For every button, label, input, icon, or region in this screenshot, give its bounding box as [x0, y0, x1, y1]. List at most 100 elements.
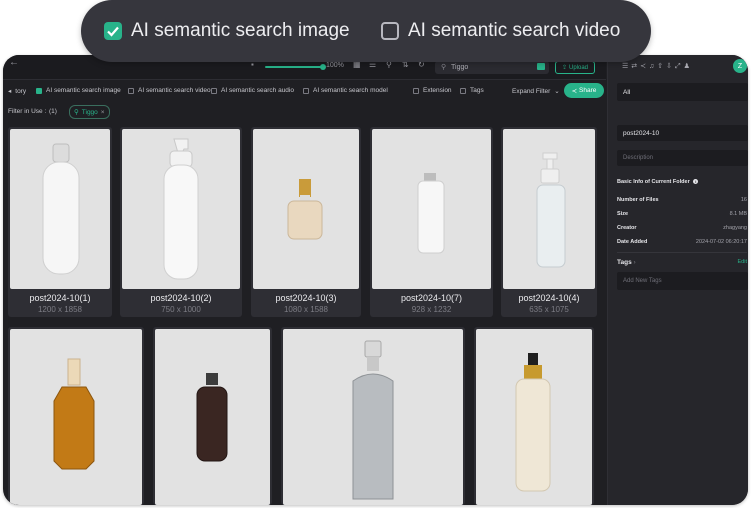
file-dimensions: 635 x 1075 [529, 305, 569, 314]
thumbnail[interactable] [476, 329, 592, 505]
history-label: tory [15, 87, 27, 95]
file-name: post2024-10(3) [275, 293, 337, 303]
user-icon[interactable]: ♟ [684, 63, 693, 70]
file-card[interactable]: post2024-10(2) 750 x 1000 [120, 127, 242, 317]
info-value: 2024-07-02 06:20:17 [695, 239, 747, 245]
checkbox-unchecked-icon[interactable] [381, 22, 399, 40]
share-button[interactable]: ≺ Share [564, 83, 604, 98]
amber-bottle-image [53, 358, 95, 470]
share-icon[interactable]: ≺ [640, 63, 649, 70]
upload-button[interactable]: ⇪ Upload [555, 61, 595, 74]
description-field[interactable]: Description [617, 150, 748, 166]
filter-tags[interactable]: Tags [460, 87, 484, 94]
filter-chip-tiggo[interactable]: ⚲ Tiggo × [69, 105, 110, 119]
list-icon[interactable]: ☰ [622, 63, 631, 70]
filter-ai-video[interactable]: AI semantic search video [128, 87, 211, 94]
file-name: post2024-10(1) [29, 293, 91, 303]
chevron-right-icon[interactable]: › [634, 259, 636, 266]
panel-toolbar: ☰⇄≺♫⇧⇩⤢♟ [622, 62, 693, 71]
search-icon: ⚲ [441, 64, 447, 71]
search-value: Tiggo [451, 64, 469, 71]
edit-tags-link[interactable]: Edit [738, 259, 747, 266]
file-card[interactable]: post2024-10(1) 1200 x 1858 [8, 127, 112, 317]
checkbox-checked-icon[interactable] [36, 87, 42, 94]
info-row-date: Date Added 2024-07-02 06:20:17 [617, 239, 747, 245]
dark-bottle-image [196, 373, 228, 462]
ai-image-option-label: AI semantic search image [131, 20, 350, 41]
search-input[interactable]: ⚲ Tiggo [435, 61, 549, 74]
checkbox-unchecked-icon[interactable] [413, 87, 419, 94]
file-dimensions: 750 x 1000 [161, 305, 201, 314]
expand-icon[interactable]: ⤢ [675, 63, 684, 70]
bottle-image [163, 138, 199, 280]
filter-in-use-label: Filter in Use : [8, 108, 47, 115]
filter-extension[interactable]: Extension [413, 87, 452, 94]
info-value: zhagyang [723, 225, 747, 231]
thumbnail[interactable] [155, 329, 270, 505]
thumbnail[interactable] [10, 329, 142, 505]
checkbox-checked-icon[interactable] [104, 22, 122, 40]
add-tag-input[interactable]: Add New Tags [617, 272, 748, 290]
download-icon[interactable]: ⇩ [666, 63, 675, 70]
file-card[interactable] [281, 327, 465, 505]
file-name: post2024-10(2) [150, 293, 212, 303]
search-icon: ⚲ [74, 109, 79, 116]
info-row-creator: Creator zhagyang [617, 225, 747, 231]
ai-image-option[interactable]: AI semantic search image [104, 20, 350, 42]
back-arrow-icon[interactable]: ← [9, 57, 19, 68]
share-icon: ≺ [571, 87, 578, 95]
tags-header: Tags › Edit [617, 259, 747, 266]
close-icon[interactable]: × [101, 109, 105, 116]
thumbnail[interactable] [283, 329, 463, 505]
zoom-slider[interactable] [265, 64, 326, 70]
scope-select[interactable]: All [617, 83, 748, 101]
filter-in-use-bar: Filter in Use : (1) ⚲ Tiggo × [3, 105, 606, 121]
history-tab[interactable]: ◂ tory [8, 87, 27, 96]
file-card[interactable]: post2024-10(3) 1080 x 1588 [251, 127, 361, 317]
filter-ai-image[interactable]: AI semantic search image [36, 87, 121, 94]
image-search-icon[interactable] [537, 63, 545, 70]
basic-info-title-text: Basic Info of Current Folder [617, 179, 690, 185]
chevron-left-icon: ◂ [8, 88, 12, 95]
filter-label: AI semantic search model [313, 87, 388, 94]
perfume-image [287, 179, 323, 240]
semantic-search-toggle-pill: AI semantic search image AI semantic sea… [81, 0, 651, 62]
expand-filter-dropdown[interactable]: Expand Filter ⌄ [512, 87, 560, 96]
upload-icon[interactable]: ⇧ [657, 63, 666, 70]
thumbnail[interactable] [372, 129, 491, 289]
file-card[interactable] [474, 327, 594, 505]
add-tag-placeholder: Add New Tags [623, 278, 662, 284]
filter-in-use-count: (1) [49, 108, 57, 115]
file-card[interactable]: post2024-10(4) 635 x 1075 [501, 127, 597, 317]
swap-icon[interactable]: ⇄ [631, 63, 640, 70]
folder-name-field[interactable]: post2024-10 [617, 125, 748, 141]
file-card[interactable] [153, 327, 272, 505]
checkbox-unchecked-icon[interactable] [211, 87, 217, 94]
filter-ai-model[interactable]: AI semantic search model [303, 87, 388, 94]
file-card[interactable] [8, 327, 144, 505]
share-label: Share [579, 87, 597, 94]
checkbox-unchecked-icon[interactable] [460, 87, 466, 94]
chip-label: Tiggo [81, 108, 98, 116]
thumbnail[interactable] [122, 129, 240, 289]
avatar[interactable]: Z [733, 59, 747, 73]
filter-label: AI semantic search image [46, 87, 121, 94]
checkbox-unchecked-icon[interactable] [128, 87, 134, 94]
file-dimensions: 1200 x 1858 [37, 305, 83, 314]
thumbnail[interactable] [253, 129, 359, 289]
ai-video-option[interactable]: AI semantic search video [381, 20, 620, 42]
thumbnail[interactable] [10, 129, 110, 289]
info-key: Size [617, 211, 629, 217]
checkbox-unchecked-icon[interactable] [303, 87, 309, 94]
info-key: Creator [617, 225, 637, 231]
description-placeholder: Description [623, 155, 654, 161]
expand-filter-label: Expand Filter [512, 87, 551, 95]
info-icon[interactable]: i [693, 179, 699, 184]
filter-label: Extension [423, 87, 452, 94]
file-card[interactable]: post2024-10(7) 928 x 1232 [370, 127, 493, 317]
filter-ai-audio[interactable]: AI semantic search audio [211, 87, 294, 94]
gold-cap-bottle-image [515, 353, 551, 492]
file-dimensions: 928 x 1232 [411, 305, 452, 314]
thumbnail[interactable] [503, 129, 595, 289]
aluminum-bottle-image [352, 340, 394, 500]
